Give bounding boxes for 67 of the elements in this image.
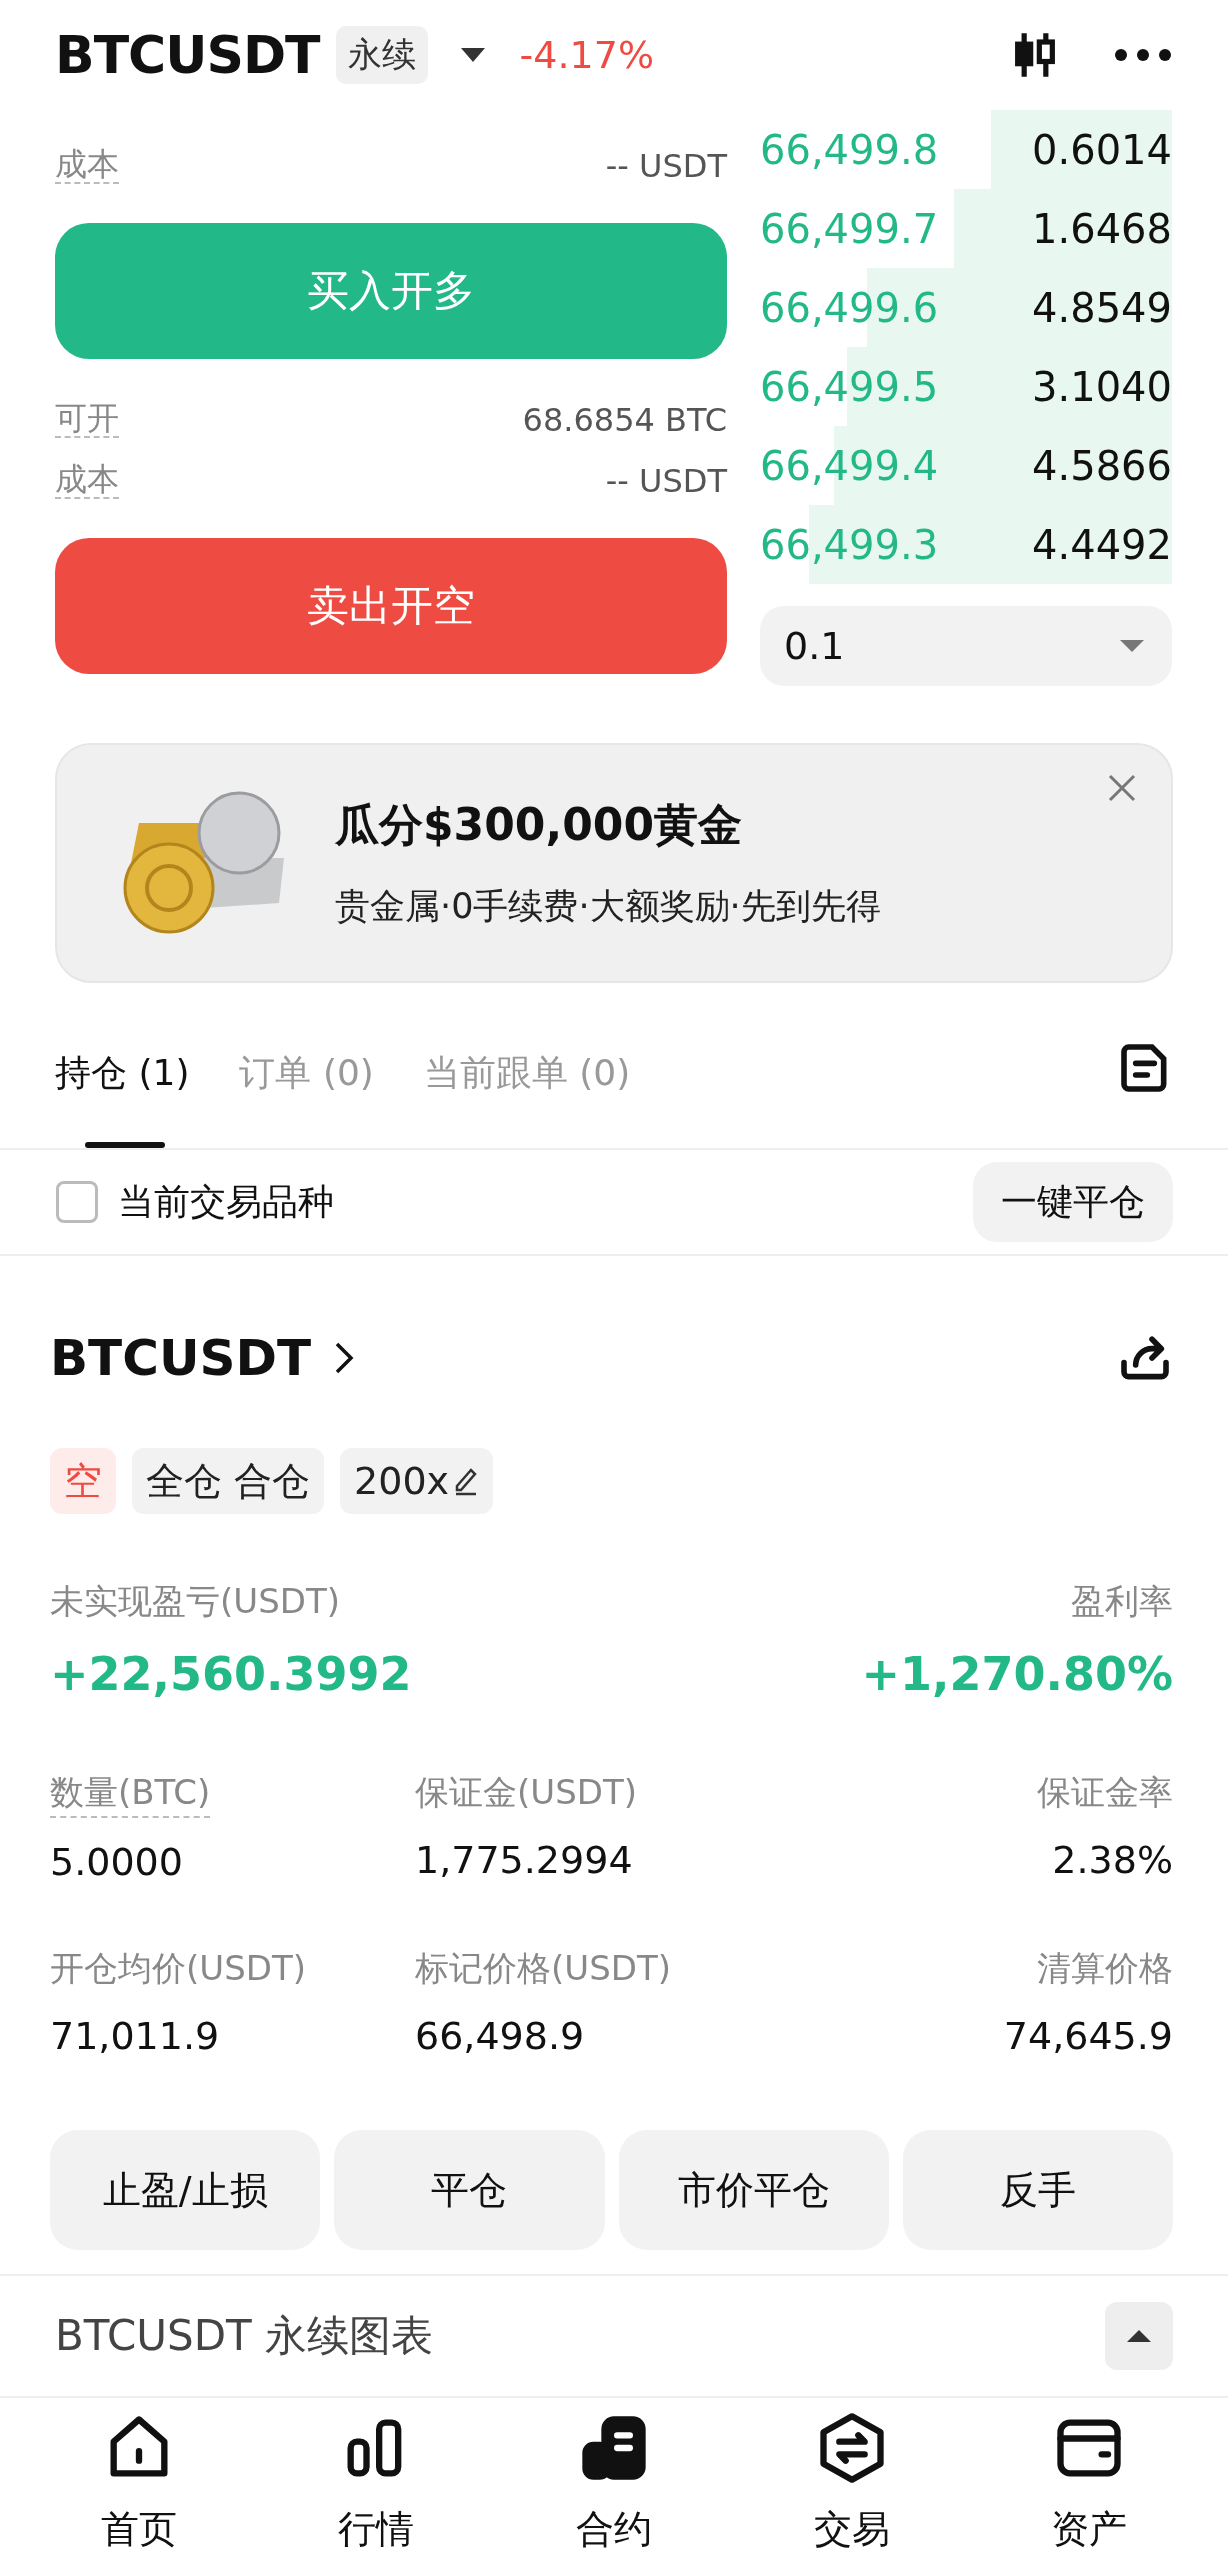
close-icon [1107, 773, 1137, 803]
symbol-title: BTCUSDT [55, 25, 320, 85]
order-amount: 1.6468 [1032, 205, 1172, 252]
tag-text: 全仓 合仓 [146, 1457, 311, 1505]
nav-item[interactable]: 合约 [495, 2410, 733, 2555]
nav-label: 交易 [813, 2506, 890, 2553]
promo-title: 瓜分$300,000黄金 [335, 798, 744, 852]
nav-item[interactable]: 资产 [970, 2410, 1208, 2555]
open-short-button[interactable]: 卖出开空 [55, 538, 727, 674]
roe-value: +1,270.80% [861, 1647, 1173, 1701]
checkbox-label: 当前交易品种 [118, 1179, 334, 1224]
tag-text: 200x [354, 1459, 450, 1503]
metric-value: 66,498.9 [415, 2014, 585, 2058]
tag-text: 空 [64, 1457, 102, 1505]
order-amount: 4.4492 [1032, 521, 1172, 568]
metric-value: 74,645.9 [1003, 2014, 1173, 2058]
caret-icon [1118, 638, 1146, 654]
nav-label: 行情 [338, 2506, 415, 2553]
order-amount: 0.6014 [1032, 126, 1172, 173]
info-value: -- USDT [605, 146, 727, 185]
metric-label: 保证金(USDT) [415, 1771, 637, 1814]
more-icon[interactable] [1113, 47, 1173, 63]
precision-select[interactable]: 0.1 [760, 606, 1172, 686]
roe-label: 盈利率 [1071, 1580, 1173, 1623]
position-action-button[interactable]: 止盈/止损 [50, 2130, 321, 2250]
pnl-label: 未实现盈亏(USDT) [50, 1580, 340, 1623]
metric-value: 2.38% [1052, 1838, 1173, 1882]
metric-value: 71,011.9 [50, 2014, 220, 2058]
checkbox[interactable] [56, 1181, 98, 1223]
order-amount: 3.1040 [1032, 363, 1172, 410]
caret-up-icon [1125, 2328, 1153, 2344]
price-change: -4.17% [519, 33, 654, 77]
info-value: -- USDT [605, 461, 727, 500]
order-amount: 4.8549 [1032, 284, 1172, 331]
nav-item[interactable]: 首页 [20, 2410, 258, 2555]
nav-item[interactable]: 交易 [732, 2410, 971, 2555]
metric-value: 1,775.2994 [415, 1838, 633, 1882]
metric-label: 保证金率 [1037, 1771, 1173, 1814]
order-amount: 4.5866 [1032, 442, 1172, 489]
chevron-right-icon [333, 1340, 356, 1376]
position-action-button[interactable]: 市价平仓 [618, 2130, 889, 2250]
nav-label: 资产 [1051, 2506, 1128, 2553]
info-label: 可开 [55, 400, 119, 439]
contract-type-tag: 永续 [335, 26, 428, 84]
close-all-button[interactable]: 一键平仓 [973, 1162, 1173, 1242]
nav-label: 合约 [576, 2506, 652, 2553]
chart-title: BTCUSDT 永续图表 [55, 2310, 434, 2362]
position-action-button[interactable]: 反手 [902, 2130, 1173, 2250]
metric-label: 开仓均价(USDT) [50, 1947, 306, 1990]
metric-label: 数量(BTC) [50, 1770, 211, 1818]
precision-value: 0.1 [784, 624, 845, 668]
nav-item[interactable]: 行情 [257, 2410, 496, 2555]
position-symbol[interactable]: BTCUSDT [50, 1329, 312, 1387]
promo-banner[interactable]: 瓜分$300,000黄金 贵金属·0手续费·大额奖励·先到先得 [55, 743, 1173, 983]
info-label: 成本 [55, 461, 119, 500]
position-tag[interactable]: 200x [340, 1448, 494, 1514]
metric-label: 清算价格 [1037, 1947, 1173, 1990]
info-value: 68.6854 BTC [522, 400, 727, 439]
nav-label: 首页 [100, 2506, 177, 2553]
expand-button[interactable] [1105, 2302, 1173, 2370]
pnl-value: +22,560.3992 [50, 1647, 412, 1701]
promo-subtitle: 贵金属·0手续费·大额奖励·先到先得 [335, 885, 881, 928]
metric-label: 标记价格(USDT) [415, 1947, 671, 1990]
position-tab[interactable]: 持仓 (1) [55, 1023, 190, 1148]
metric-value: 5.0000 [50, 1840, 183, 1884]
info-label: 成本 [55, 146, 119, 185]
position-action-button[interactable]: 平仓 [334, 2130, 605, 2250]
